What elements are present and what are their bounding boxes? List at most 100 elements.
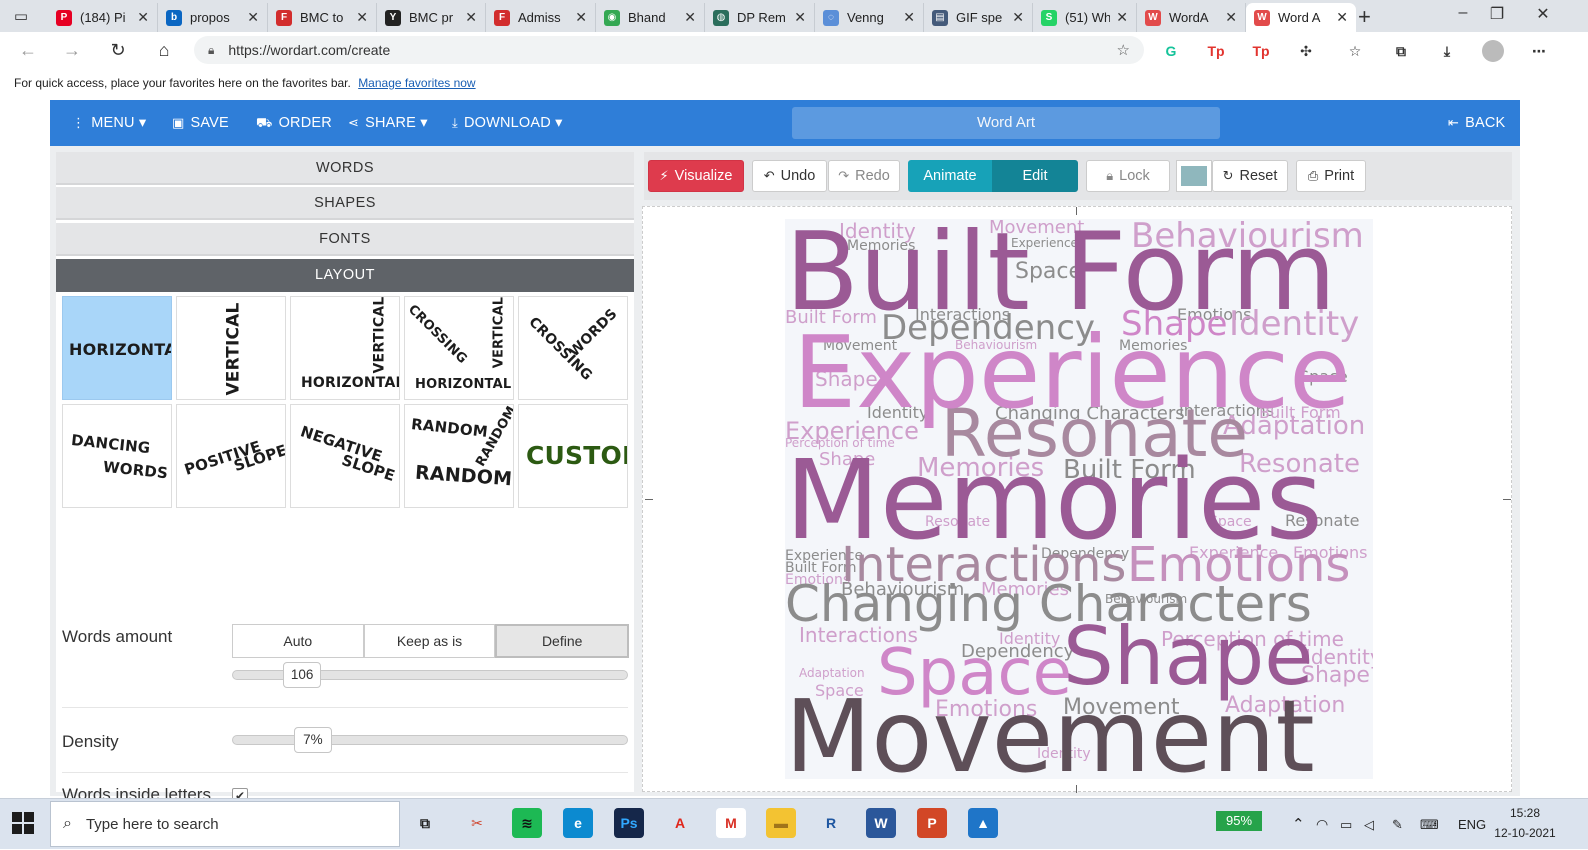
grammarly-icon[interactable]: G <box>1160 40 1182 62</box>
browser-tab[interactable]: S (51) Wh ✕ <box>1033 3 1137 32</box>
layout-vertical[interactable]: VERTICAL <box>176 296 286 400</box>
browser-tab[interactable]: P (184) Pi ✕ <box>48 3 158 32</box>
acrobat-icon[interactable]: A <box>665 808 695 838</box>
extensions-puzzle-icon[interactable]: ✣ <box>1295 40 1317 62</box>
close-tab-icon[interactable]: ✕ <box>1116 9 1128 26</box>
browser-tab[interactable]: F Admiss ✕ <box>486 3 596 32</box>
forward-icon[interactable]: → <box>58 38 86 62</box>
new-tab-icon[interactable]: + <box>1358 4 1371 30</box>
home-icon[interactable]: ⌂ <box>150 38 178 62</box>
show-hidden-icons-icon[interactable]: ⌃ <box>1292 799 1305 850</box>
words-amount-define[interactable]: Define <box>495 624 630 658</box>
browser-tab[interactable]: b propos ✕ <box>158 3 268 32</box>
close-tab-icon[interactable]: ✕ <box>575 9 587 26</box>
close-tab-icon[interactable]: ✕ <box>247 9 259 26</box>
extension-tp-icon[interactable]: Tp <box>1205 40 1227 62</box>
battery-badge[interactable]: 95% <box>1216 811 1262 831</box>
close-tab-icon[interactable]: ✕ <box>1012 9 1024 26</box>
cloud-word[interactable]: Memories <box>785 445 1323 555</box>
system-clock[interactable]: 15:28 12-10-2021 <box>1494 803 1556 843</box>
edit-button[interactable]: Edit <box>992 160 1078 192</box>
words-amount-handle[interactable]: 106 <box>283 662 322 688</box>
spotify-icon[interactable]: ≋ <box>512 808 542 838</box>
browser-tab[interactable]: ◌ Venng ✕ <box>815 3 924 32</box>
browser-tab[interactable]: F BMC to ✕ <box>268 3 377 32</box>
downloads-icon[interactable]: ⤓ <box>1436 40 1458 62</box>
favorites-icon[interactable]: ☆ <box>1344 40 1366 62</box>
keyboard-icon[interactable]: ⌨ <box>1420 799 1439 850</box>
section-fonts[interactable]: FONTS <box>56 223 634 256</box>
task-view-icon[interactable]: ⧉ <box>410 808 440 838</box>
favorite-star-icon[interactable]: ☆ <box>1117 41 1130 59</box>
layout-negative-slope[interactable]: NEGATIVE SLOPE <box>290 404 400 508</box>
tab-actions-icon[interactable]: ▭ <box>10 6 32 26</box>
close-tab-icon[interactable]: ✕ <box>1336 9 1348 26</box>
cloud-word[interactable]: Movement <box>785 687 1315 780</box>
browser-tab[interactable]: W WordA ✕ <box>1137 3 1246 32</box>
cloud-word[interactable]: Experience <box>793 323 1351 423</box>
close-tab-icon[interactable]: ✕ <box>684 9 696 26</box>
word-icon[interactable]: W <box>866 808 896 838</box>
cloud-word[interactable]: Built Form <box>785 219 1336 327</box>
battery-icon[interactable]: ▭ <box>1340 799 1352 850</box>
layout-positive-slope[interactable]: POSITIVE SLOPE <box>176 404 286 508</box>
refresh-icon[interactable]: ↻ <box>104 38 132 62</box>
layout-dancing-words[interactable]: DANCING WORDS <box>62 404 172 508</box>
close-tab-icon[interactable]: ✕ <box>137 9 149 26</box>
close-tab-icon[interactable]: ✕ <box>356 9 368 26</box>
visualize-button[interactable]: ⚡ Visualize <box>648 160 744 192</box>
browser-tab[interactable]: ◉ Bhand ✕ <box>596 3 705 32</box>
powerpoint-icon[interactable]: P <box>917 808 947 838</box>
back-button[interactable]: ⇤ BACK <box>1448 100 1505 146</box>
wifi-icon[interactable]: ◠ <box>1316 799 1328 850</box>
layout-custom[interactable]: CUSTOM <box>518 404 628 508</box>
collections-icon[interactable]: ⧉ <box>1390 40 1412 62</box>
words-amount-keep[interactable]: Keep as is <box>363 624 496 658</box>
redo-button[interactable]: ↷ Redo <box>828 160 900 192</box>
words-amount-auto[interactable]: Auto <box>232 624 364 658</box>
close-tab-icon[interactable]: ✕ <box>1225 9 1237 26</box>
photos-icon[interactable]: ▲ <box>968 808 998 838</box>
reset-button[interactable]: ↻ Reset <box>1212 160 1288 192</box>
profile-avatar[interactable] <box>1482 40 1504 62</box>
language-indicator[interactable]: ENG <box>1458 799 1486 850</box>
gmail-icon[interactable]: M <box>716 808 746 838</box>
menu-save-button[interactable]: ▣ SAVE <box>172 100 229 146</box>
browser-tab[interactable]: ◍ DP Rem ✕ <box>705 3 815 32</box>
restore-icon[interactable]: ❐ <box>1482 4 1512 24</box>
edge-icon[interactable]: e <box>563 808 593 838</box>
undo-button[interactable]: ↶ Undo <box>752 160 827 192</box>
density-handle[interactable]: 7% <box>293 727 332 753</box>
close-tab-icon[interactable]: ✕ <box>794 9 806 26</box>
section-layout[interactable]: LAYOUT <box>56 259 634 292</box>
layout-crossing-vertical-horizontal[interactable]: CROSSING VERTICAL HORIZONTAL <box>404 296 514 400</box>
menu-order-button[interactable]: ⛟ ORDER <box>256 100 332 146</box>
minimize-icon[interactable]: – <box>1448 4 1478 22</box>
url-field[interactable]: 🔒︎ https://wordart.com/create ☆ <box>194 36 1144 64</box>
taskbar-search-box[interactable]: ⌕ Type here to search <box>50 801 400 847</box>
browser-tab[interactable]: Y BMC pr ✕ <box>377 3 486 32</box>
color-swatch-button[interactable] <box>1176 160 1212 192</box>
word-cloud[interactable]: Perception of time Adaptation Behaviourism… <box>785 219 1373 779</box>
close-window-icon[interactable]: ✕ <box>1528 4 1558 24</box>
r-app-icon[interactable]: R <box>816 808 846 838</box>
layout-vertical-horizontal[interactable]: VERTICAL HORIZONTAL <box>290 296 400 400</box>
back-icon[interactable]: ← <box>14 38 42 62</box>
close-tab-icon[interactable]: ✕ <box>465 9 477 26</box>
menu-download-button[interactable]: ⤓ DOWNLOAD ▾ <box>452 100 563 146</box>
menu-menu-button[interactable]: ⋮ MENU ▾ <box>72 100 146 146</box>
section-words[interactable]: WORDS <box>56 152 634 185</box>
art-title-field[interactable]: Word Art <box>792 107 1220 139</box>
layout-crossing-words[interactable]: CROSSING WORDS <box>518 296 628 400</box>
browser-tab[interactable]: ▤ GIF spe ✕ <box>924 3 1033 32</box>
animate-button[interactable]: Animate <box>908 160 992 192</box>
layout-random[interactable]: RANDOM RANDOM RANDOM <box>404 404 514 508</box>
volume-icon[interactable]: ◁ <box>1364 799 1374 850</box>
more-options-icon[interactable]: ⋯ <box>1528 40 1550 62</box>
browser-tab[interactable]: W Word A ✕ <box>1246 3 1356 32</box>
lock-button[interactable]: 🔒︎ Lock <box>1086 160 1170 192</box>
manage-favorites-link[interactable]: Manage favorites now <box>358 76 475 90</box>
canvas-area[interactable]: Perception of time Adaptation Behaviourism… <box>642 206 1512 793</box>
extension-tp2-icon[interactable]: Tp <box>1250 40 1272 62</box>
print-button[interactable]: ⎙ Print <box>1296 160 1366 192</box>
